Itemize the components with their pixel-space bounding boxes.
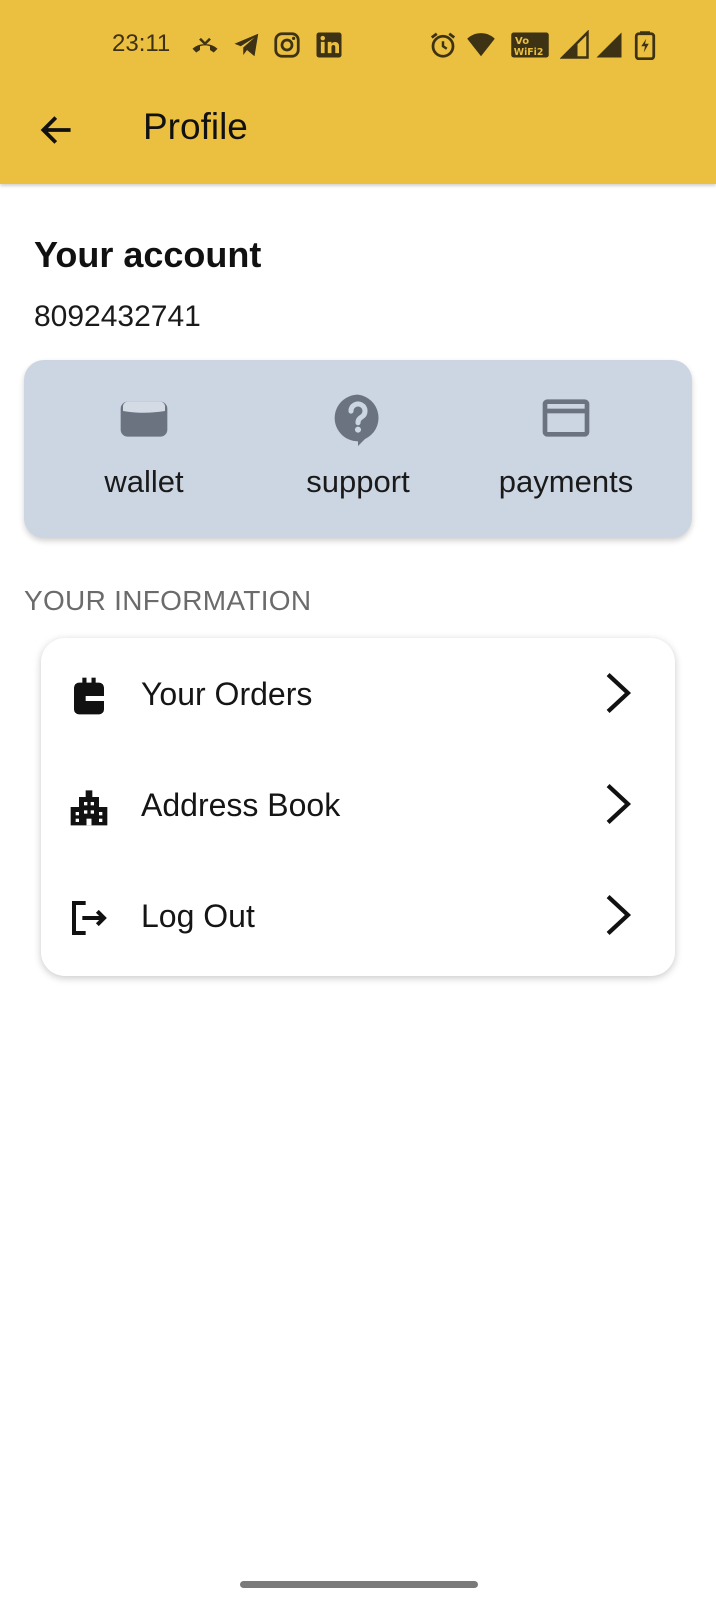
- page-title: Profile: [143, 106, 248, 147]
- info-card: Your Orders Address Book Log Out: [41, 638, 675, 976]
- status-time: 23:11: [112, 30, 171, 57]
- wifi-icon: [466, 30, 496, 60]
- chevron-right-icon: [601, 781, 635, 827]
- battery-icon: [630, 30, 660, 60]
- payments-button[interactable]: payments: [466, 360, 666, 538]
- list-item-address-book[interactable]: Address Book: [41, 749, 675, 861]
- row-label: Log Out: [141, 898, 255, 934]
- row-label: Your Orders: [141, 676, 313, 712]
- wallet-icon: [116, 390, 172, 446]
- credit-card-icon: [538, 390, 594, 446]
- missed-call-icon: [190, 30, 220, 60]
- list-item-your-orders[interactable]: Your Orders: [41, 638, 675, 750]
- svg-text:Vo: Vo: [515, 36, 529, 47]
- vowifi-icon: Vo WiFi2: [510, 30, 550, 60]
- building-icon: [69, 787, 109, 827]
- payments-label: payments: [498, 464, 634, 499]
- support-label: support: [306, 464, 410, 499]
- arrow-left-icon: [40, 116, 71, 144]
- account-phone: 8092432741: [34, 300, 201, 333]
- wallet-button[interactable]: wallet: [44, 360, 244, 538]
- telegram-icon: [232, 30, 262, 60]
- instagram-icon: [272, 30, 302, 60]
- quick-actions-card: wallet support payments: [24, 360, 692, 538]
- row-label: Address Book: [141, 787, 341, 823]
- chevron-right-icon: [601, 670, 635, 716]
- home-indicator[interactable]: [240, 1581, 478, 1588]
- section-heading: YOUR INFORMATION: [24, 585, 312, 616]
- app-bar: 23:11 Vo WiFi2 Profile: [0, 0, 716, 184]
- logout-icon: [69, 898, 109, 938]
- signal-icon: [594, 30, 624, 60]
- alarm-icon: [428, 30, 458, 60]
- help-icon: [330, 390, 386, 446]
- signal-icon: [560, 30, 590, 60]
- linkedin-icon: [314, 30, 344, 60]
- support-button[interactable]: support: [258, 360, 458, 538]
- account-heading: Your account: [34, 234, 262, 275]
- shopping-bag-icon: [69, 676, 109, 716]
- chevron-right-icon: [601, 892, 635, 938]
- wallet-label: wallet: [104, 464, 184, 499]
- svg-text:WiFi2: WiFi2: [514, 47, 544, 58]
- back-button[interactable]: [30, 104, 82, 156]
- list-item-log-out[interactable]: Log Out: [41, 860, 675, 972]
